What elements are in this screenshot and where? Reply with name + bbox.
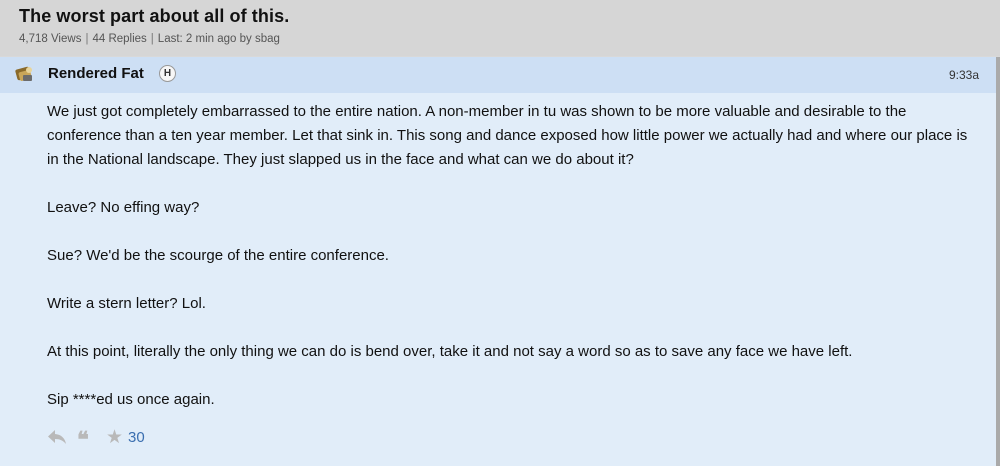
meta-separator: | (85, 33, 89, 45)
page: The worst part about all of this. 4,718 … (0, 0, 1000, 466)
user-badge: H (159, 65, 176, 82)
post-paragraph: Leave? No effing way? (47, 199, 200, 216)
meta-separator: | (150, 33, 154, 45)
reply-icon[interactable] (47, 429, 67, 445)
thread-meta: 4,718 Views | 44 Replies | Last: 2 min ago b… (19, 33, 280, 45)
post-header: Rendered Fat H 9:33a (0, 57, 996, 93)
thread-title[interactable]: The worst part about all of this. (19, 6, 289, 27)
post-timestamp: 9:33a (948, 68, 979, 82)
view-count: 4,718 Views (19, 33, 82, 45)
post: Rendered Fat H 9:33a We just got complet… (0, 57, 1000, 466)
post-username[interactable]: Rendered Fat (48, 65, 144, 82)
last-post-info[interactable]: Last: 2 min ago by sbag (158, 33, 280, 45)
avatar-icon[interactable] (15, 65, 35, 83)
post-paragraph: Sip ****ed us once again. (47, 391, 215, 408)
post-paragraph: At this point, literally the only thing … (47, 343, 853, 360)
quote-icon[interactable]: ❝ (77, 427, 89, 453)
star-icon[interactable]: ★ (106, 426, 123, 449)
post-paragraph: Write a stern letter? Lol. (47, 295, 206, 312)
post-paragraph: We just got completely embarrassed to th… (47, 103, 968, 168)
thread-header: The worst part about all of this. 4,718 … (0, 0, 1000, 56)
star-count[interactable]: 30 (128, 429, 145, 446)
reply-count: 44 Replies (92, 33, 147, 45)
post-body: We just got completely embarrassed to th… (47, 100, 982, 436)
post-paragraph: Sue? We'd be the scourge of the entire c… (47, 247, 389, 264)
